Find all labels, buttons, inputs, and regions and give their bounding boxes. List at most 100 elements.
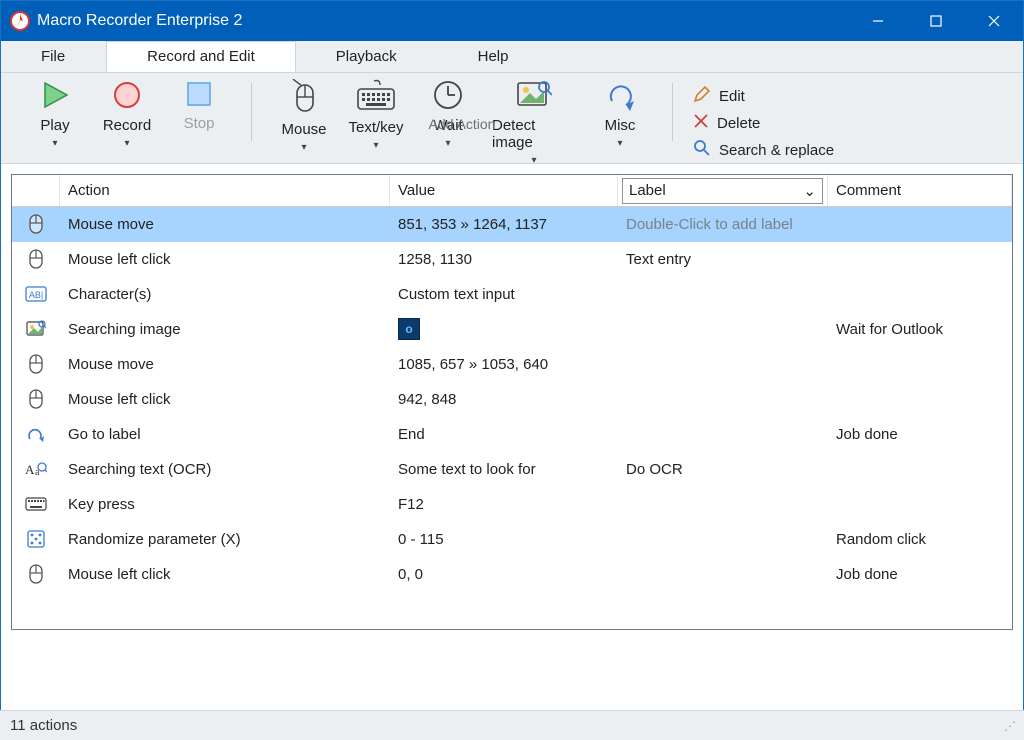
wait-button[interactable]: Wait ▾ [412,79,484,113]
table-row[interactable]: Randomize parameter (X)0 - 115Random cli… [12,522,1012,557]
table-row[interactable]: Mouse move851, 353 » 1264, 1137Double-Cl… [12,207,1012,242]
cell-label[interactable] [618,312,828,346]
table-row[interactable]: Mouse left click942, 848 [12,382,1012,417]
resize-grip-icon[interactable]: ⋰ [1004,719,1014,733]
goto-icon [12,417,60,451]
cell-label[interactable]: Text entry [618,242,828,276]
ribbon-group-playback: Play ▾ Record ▾ Stop [11,79,243,114]
outlook-thumbnail-icon: o [398,318,420,340]
label-dropdown-text: Label [629,182,666,199]
chevron-down-icon: ⌄ [803,182,816,200]
cell-label[interactable] [618,417,828,451]
table-row[interactable]: AB|Character(s)Custom text input [12,277,1012,312]
record-button[interactable]: Record ▾ [91,79,163,113]
cell-action: Key press [60,487,390,521]
cell-value: F12 [390,487,618,521]
cell-action: Searching text (OCR) [60,452,390,486]
header-action[interactable]: Action [60,175,390,206]
misc-button[interactable]: Misc ▾ [584,79,656,113]
cell-label[interactable] [618,522,828,556]
cell-label[interactable] [618,557,828,591]
ocr-icon: Aa [12,452,60,486]
misc-icon [604,79,636,111]
play-label: Play [40,117,69,134]
cell-value: 851, 353 » 1264, 1137 [390,207,618,241]
header-comment[interactable]: Comment [828,175,1012,206]
cell-value: 942, 848 [390,382,618,416]
search-replace-label: Search & replace [719,142,834,159]
mouse-button[interactable]: Mouse ▾ [268,79,340,113]
cell-value: 0, 0 [390,557,618,591]
label-dropdown[interactable]: Label ⌄ [622,178,823,204]
pencil-icon [693,85,711,107]
abi-icon: AB| [12,277,60,311]
cell-action: Mouse left click [60,557,390,591]
chevron-down-icon: ▾ [301,142,306,153]
search-replace-button[interactable]: Search & replace [693,139,834,161]
cell-action: Character(s) [60,277,390,311]
cell-comment [828,452,1012,486]
cell-action: Mouse move [60,347,390,381]
cell-label[interactable] [618,487,828,521]
mouse-icon [12,557,60,591]
cell-label[interactable] [618,347,828,381]
tab-record-and-edit[interactable]: Record and Edit [106,41,296,72]
textkey-button[interactable]: Text/key ▾ [340,79,412,113]
svg-text:A: A [25,462,35,477]
play-button[interactable]: Play ▾ [19,79,91,113]
cell-action: Mouse left click [60,382,390,416]
ribbon-group-caption: Add Action [260,116,664,136]
mouse-icon [12,207,60,241]
keyboard-icon [356,79,396,113]
tab-file[interactable]: File [1,41,106,72]
cell-comment [828,347,1012,381]
stop-icon [184,79,214,109]
mouse-icon [12,347,60,381]
tab-help[interactable]: Help [438,41,550,72]
cell-comment [828,277,1012,311]
table-row[interactable]: Key pressF12 [12,487,1012,522]
table-row[interactable]: Mouse move1085, 657 » 1053, 640 [12,347,1012,382]
close-button[interactable] [965,1,1023,41]
cell-label[interactable] [618,277,828,311]
cell-comment: Job done [828,557,1012,591]
grid-header: Action Value Label ⌄ Comment [12,175,1012,207]
detect-image-button[interactable]: Detect image ▾ [484,79,584,113]
cell-action: Go to label [60,417,390,451]
delete-icon [693,113,709,133]
image-search-icon [516,79,552,111]
cell-value: 1258, 1130 [390,242,618,276]
table-row[interactable]: Go to labelEndJob done [12,417,1012,452]
cell-action: Mouse move [60,207,390,241]
cell-comment: Wait for Outlook [828,312,1012,346]
search-icon [693,139,711,161]
cell-comment: Job done [828,417,1012,451]
delete-button[interactable]: Delete [693,113,834,133]
table-row[interactable]: Searching imageoWait for Outlook [12,312,1012,347]
maximize-button[interactable] [907,1,965,41]
grid-body[interactable]: Mouse move851, 353 » 1264, 1137Double-Cl… [12,207,1012,629]
record-icon [111,79,143,111]
table-row[interactable]: AaSearching text (OCR)Some text to look … [12,452,1012,487]
cell-value: Custom text input [390,277,618,311]
tab-playback[interactable]: Playback [296,41,438,72]
record-label: Record [103,117,151,134]
edit-button[interactable]: Edit [693,85,834,107]
cell-value: 0 - 115 [390,522,618,556]
cell-label[interactable]: Double-Click to add label [618,207,828,241]
main-area: Action Value Label ⌄ Comment Mouse move8… [1,164,1023,640]
status-text: 11 actions [10,717,77,734]
minimize-button[interactable] [849,1,907,41]
stop-button[interactable]: Stop [163,79,235,113]
cell-comment [828,207,1012,241]
cell-value: o [390,312,618,346]
table-row[interactable]: Mouse left click0, 0 Job done [12,557,1012,592]
header-value[interactable]: Value [390,175,618,206]
cell-label[interactable] [618,382,828,416]
cell-label[interactable]: Do OCR [618,452,828,486]
cell-action: Randomize parameter (X) [60,522,390,556]
clock-icon [432,79,464,111]
table-row[interactable]: Mouse left click1258, 1130Text entry [12,242,1012,277]
cell-comment [828,382,1012,416]
header-icon-col [12,175,60,206]
